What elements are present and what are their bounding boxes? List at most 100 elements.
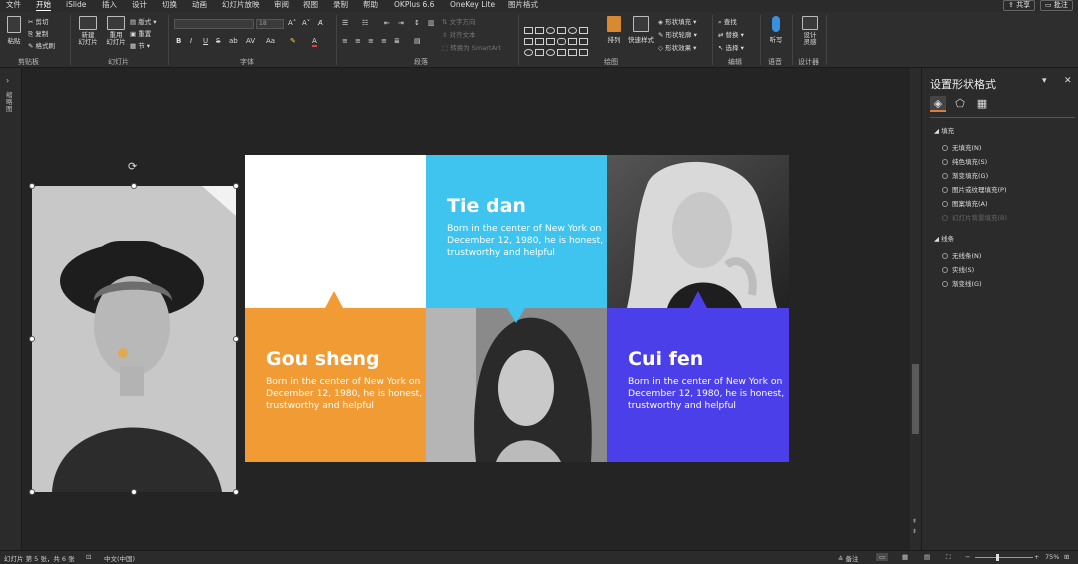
radio-no-line[interactable]: 无线条(N) <box>942 250 981 260</box>
select-button[interactable]: ↖ 选择 ▾ <box>718 42 744 52</box>
find-button[interactable]: ⌕ 查找 <box>718 16 737 27</box>
tab-record[interactable]: 录制 <box>333 0 348 10</box>
tab-file[interactable]: 文件 <box>6 0 21 10</box>
paste-button[interactable]: 粘贴 <box>4 16 24 45</box>
numbering-icon[interactable]: ☷ <box>362 19 368 27</box>
font-color-button[interactable]: A <box>312 37 317 47</box>
dictate-button[interactable]: 听写 <box>766 16 786 44</box>
resize-handle[interactable] <box>233 336 239 342</box>
font-size-input[interactable]: 18 <box>256 19 284 29</box>
zoom-in-icon[interactable]: + <box>1034 553 1039 561</box>
reset-button[interactable]: ▣ 重置 <box>130 28 151 38</box>
shadow-button[interactable]: ab <box>229 37 238 45</box>
size-properties-tab-icon[interactable]: ▦ <box>974 96 990 112</box>
radio-solid-fill[interactable]: 纯色填充(S) <box>942 156 987 166</box>
resize-handle[interactable] <box>131 489 137 495</box>
resize-handle[interactable] <box>29 336 35 342</box>
text-direction-button[interactable]: ⇅ 文字方向 <box>442 16 476 26</box>
card-cui-fen[interactable]: Cui fen Born in the center of New York o… <box>607 308 789 462</box>
next-slide-icon[interactable]: ⇟ <box>912 528 917 535</box>
char-spacing-button[interactable]: AV <box>246 37 255 45</box>
column-spacing-icon[interactable]: ▤ <box>414 37 421 45</box>
slide[interactable]: Tie dan Born in the center of New York o… <box>245 155 789 462</box>
align-center-icon[interactable]: ≡ <box>355 37 361 45</box>
card-tie-dan[interactable]: Tie dan Born in the center of New York o… <box>426 155 607 308</box>
selected-picture[interactable] <box>32 186 236 492</box>
zoom-slider[interactable] <box>975 557 1033 558</box>
effects-tab-icon[interactable]: ⬠ <box>952 96 968 112</box>
layout-button[interactable]: ▤ 版式 ▾ <box>130 16 157 26</box>
tab-islide[interactable]: iSlide <box>66 0 86 10</box>
clear-format-icon[interactable]: A̸ <box>318 19 323 27</box>
arrange-button[interactable]: 排列 <box>604 16 624 44</box>
cut-button[interactable]: ✂ 剪切 <box>28 16 49 26</box>
normal-view-icon[interactable]: ▭ <box>876 553 889 561</box>
shapes-gallery[interactable] <box>524 27 594 59</box>
zoom-slider-knob[interactable] <box>996 554 999 561</box>
fill-line-tab-icon[interactable]: ◈ <box>930 96 946 112</box>
new-slide-button[interactable]: 新建 幻灯片 <box>76 16 100 46</box>
card-gou-sheng[interactable]: Gou sheng Born in the center of New York… <box>245 308 426 462</box>
tab-review[interactable]: 审阅 <box>274 0 289 10</box>
replace-button[interactable]: ⇄ 替换 ▾ <box>718 29 744 39</box>
format-painter-button[interactable]: ✎ 格式刷 <box>28 40 55 50</box>
align-text-button[interactable]: ⇳ 对齐文本 <box>442 29 476 39</box>
radio-solid-line[interactable]: 实线(S) <box>942 264 974 274</box>
zoom-level[interactable]: 75% <box>1045 553 1059 561</box>
tab-onekey[interactable]: OneKey Lite <box>450 0 495 10</box>
distribute-icon[interactable]: ≣ <box>394 37 400 45</box>
justify-icon[interactable]: ≡ <box>381 37 387 45</box>
tab-okplus[interactable]: OKPlus 6.6 <box>394 0 434 10</box>
tab-home[interactable]: 开始 <box>36 0 51 11</box>
resize-handle[interactable] <box>29 489 35 495</box>
shrink-font-button[interactable]: A˅ <box>302 19 310 27</box>
pane-options-icon[interactable]: ▾ <box>1042 76 1047 86</box>
design-ideas-button[interactable]: 设计 灵感 <box>798 16 822 46</box>
radio-gradient-line[interactable]: 渐变线(G) <box>942 278 982 288</box>
radio-no-fill[interactable]: 无填充(N) <box>942 142 981 152</box>
bold-button[interactable]: B <box>176 37 181 45</box>
share-button[interactable]: ⇪ 共享 <box>1003 0 1036 11</box>
copy-button[interactable]: ⎘ 复制 <box>28 28 48 39</box>
rotate-handle-icon[interactable]: ⟳ <box>128 160 137 173</box>
section-button[interactable]: ▦ 节 ▾ <box>130 40 150 50</box>
scroll-thumb[interactable] <box>912 364 919 434</box>
columns-icon[interactable]: ▥ <box>428 19 435 27</box>
line-section-header[interactable]: ◢ 线条 <box>934 233 954 243</box>
tab-view[interactable]: 视图 <box>303 0 318 10</box>
tab-design[interactable]: 设计 <box>132 0 147 10</box>
font-name-input[interactable] <box>174 19 254 29</box>
tab-slideshow[interactable]: 幻灯片放映 <box>222 0 260 10</box>
tab-help[interactable]: 帮助 <box>363 0 378 10</box>
shape-outline-button[interactable]: ✎ 形状轮廓 ▾ <box>658 29 697 39</box>
resize-handle[interactable] <box>233 489 239 495</box>
resize-handle[interactable] <box>29 183 35 189</box>
shape-fill-button[interactable]: ◈ 形状填充 ▾ <box>658 16 696 26</box>
zoom-out-icon[interactable]: − <box>965 553 970 561</box>
italic-button[interactable]: I <box>190 37 192 45</box>
comment-button[interactable]: ▭ 批注 <box>1040 0 1073 11</box>
strikethrough-button[interactable]: S <box>216 37 220 45</box>
bullets-icon[interactable]: ☰ <box>342 19 348 27</box>
accessibility-icon[interactable]: ⊡ <box>86 553 91 561</box>
tab-animations[interactable]: 动画 <box>192 0 207 10</box>
highlight-icon[interactable]: ✎ <box>290 37 296 45</box>
language-indicator[interactable]: 中文(中国) <box>104 553 135 563</box>
reading-view-icon[interactable]: ▤ <box>924 553 930 561</box>
decrease-indent-icon[interactable]: ⇤ <box>384 19 390 27</box>
grow-font-button[interactable]: A˄ <box>288 19 296 27</box>
resize-handle[interactable] <box>131 183 137 189</box>
expand-arrow-icon[interactable]: › <box>6 76 9 85</box>
slideshow-icon[interactable]: ⛶ <box>946 553 951 562</box>
align-left-icon[interactable]: ≡ <box>342 37 348 45</box>
resize-handle[interactable] <box>233 183 239 189</box>
underline-button[interactable]: U <box>203 37 208 45</box>
tab-transitions[interactable]: 切换 <box>162 0 177 10</box>
quick-styles-button[interactable]: 快速样式 <box>627 16 655 44</box>
close-icon[interactable]: ✕ <box>1064 76 1072 86</box>
fill-section-header[interactable]: ◢ 填充 <box>934 125 954 135</box>
line-spacing-icon[interactable]: ↕ <box>414 19 420 27</box>
radio-gradient-fill[interactable]: 渐变填充(G) <box>942 170 988 180</box>
portrait-woman-straight[interactable] <box>426 308 607 462</box>
tab-insert[interactable]: 插入 <box>102 0 117 10</box>
